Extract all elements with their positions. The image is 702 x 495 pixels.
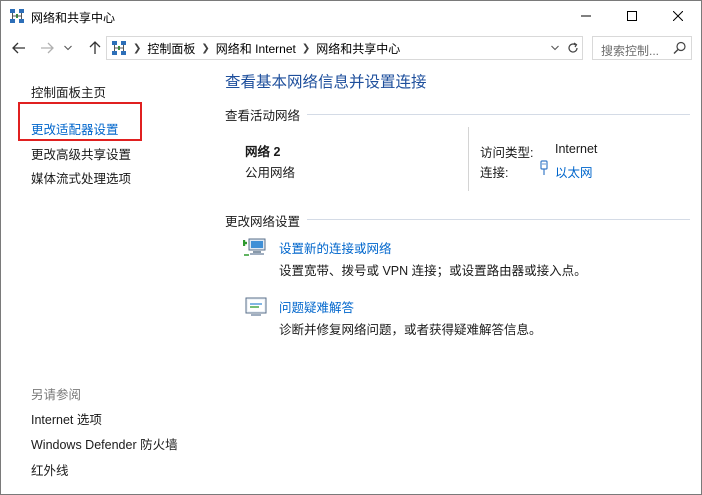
- breadcrumb-control-panel[interactable]: 控制面板: [147, 40, 195, 57]
- chevron-right-icon[interactable]: ❯: [201, 43, 209, 54]
- vertical-divider: [468, 127, 469, 191]
- media-streaming-link[interactable]: 媒体流式处理选项: [31, 168, 131, 187]
- back-button[interactable]: [9, 38, 29, 58]
- refresh-icon: [568, 42, 578, 53]
- arrow-up-icon: [89, 41, 101, 54]
- minimize-button[interactable]: [563, 1, 609, 31]
- access-type-value: Internet: [555, 142, 598, 156]
- network-icon: [112, 41, 126, 55]
- breadcrumb-network-internet[interactable]: 网络和 Internet: [216, 40, 296, 57]
- breadcrumb-network-sharing-center[interactable]: 网络和共享中心: [316, 40, 400, 57]
- main-content: 查看基本网络信息并设置连接 查看活动网络 网络 2 公用网络 访问类型: Int…: [209, 64, 701, 494]
- maximize-icon: [627, 11, 637, 21]
- infrared-link[interactable]: 红外线: [31, 460, 69, 479]
- change-adapter-settings-link[interactable]: 更改适配器设置: [31, 119, 119, 138]
- recent-locations-button[interactable]: [61, 38, 75, 58]
- connection-label: 连接:: [480, 166, 509, 180]
- window-title: 网络和共享中心: [31, 11, 116, 25]
- page-title: 查看基本网络信息并设置连接: [225, 74, 427, 91]
- left-pane: 控制面板主页 更改适配器设置 更改高级共享设置 媒体流式处理选项 另请参阅 In…: [1, 64, 209, 494]
- navigation-bar: ❯ 控制面板 ❯ 网络和 Internet ❯ 网络和共享中心 搜索控制...: [1, 32, 701, 64]
- address-bar[interactable]: ❯ 控制面板 ❯ 网络和 Internet ❯ 网络和共享中心: [106, 36, 583, 60]
- chevron-down-icon: [551, 45, 559, 51]
- network-icon: [10, 9, 24, 23]
- control-panel-home-link[interactable]: 控制面板主页: [31, 82, 106, 101]
- troubleshoot-icon: [245, 297, 267, 316]
- close-icon: [673, 11, 683, 21]
- defender-firewall-link[interactable]: Windows Defender 防火墙: [31, 434, 178, 453]
- new-connection-icon: [243, 238, 266, 256]
- access-type-label: 访问类型:: [480, 146, 534, 160]
- search-placeholder: 搜索控制...: [601, 44, 660, 58]
- change-advanced-sharing-link[interactable]: 更改高级共享设置: [31, 144, 131, 163]
- minimize-icon: [581, 15, 591, 17]
- close-button[interactable]: [655, 1, 701, 31]
- chevron-right-icon[interactable]: ❯: [133, 43, 141, 54]
- refresh-button[interactable]: [565, 40, 581, 56]
- section-divider: [307, 219, 690, 220]
- ethernet-icon: [540, 160, 548, 175]
- search-icon[interactable]: [673, 41, 687, 55]
- maximize-button[interactable]: [609, 1, 655, 31]
- network-name: 网络 2: [245, 145, 281, 159]
- active-networks-heading: 查看活动网络: [225, 109, 301, 123]
- change-network-settings-heading: 更改网络设置: [225, 215, 301, 229]
- arrow-left-icon: [12, 42, 25, 54]
- ethernet-connection-link[interactable]: 以太网: [555, 162, 593, 181]
- troubleshoot-problems-link[interactable]: 问题疑难解答: [279, 297, 354, 316]
- troubleshoot-problems-description: 诊断并修复网络问题，或者获得疑难解答信息。: [279, 323, 542, 337]
- chevron-right-icon[interactable]: ❯: [302, 43, 310, 54]
- forward-button[interactable]: [37, 38, 57, 58]
- up-button[interactable]: [85, 38, 105, 58]
- arrow-right-icon: [41, 42, 54, 54]
- search-box[interactable]: 搜索控制...: [592, 36, 692, 60]
- window: 网络和共享中心 ❯ 控制面板 ❯ 网络和 Internet ❯ 网络和共享中心 …: [0, 0, 702, 495]
- address-dropdown-button[interactable]: [547, 40, 563, 56]
- setup-new-connection-link[interactable]: 设置新的连接或网络: [279, 238, 392, 257]
- setup-new-connection-description: 设置宽带、拨号或 VPN 连接；或设置路由器或接入点。: [279, 264, 587, 278]
- see-also-heading: 另请参阅: [31, 388, 82, 402]
- network-category[interactable]: 公用网络: [245, 162, 295, 181]
- section-divider: [307, 114, 690, 115]
- title-bar[interactable]: 网络和共享中心: [1, 1, 701, 31]
- chevron-down-icon: [64, 45, 72, 51]
- internet-options-link[interactable]: Internet 选项: [31, 409, 102, 428]
